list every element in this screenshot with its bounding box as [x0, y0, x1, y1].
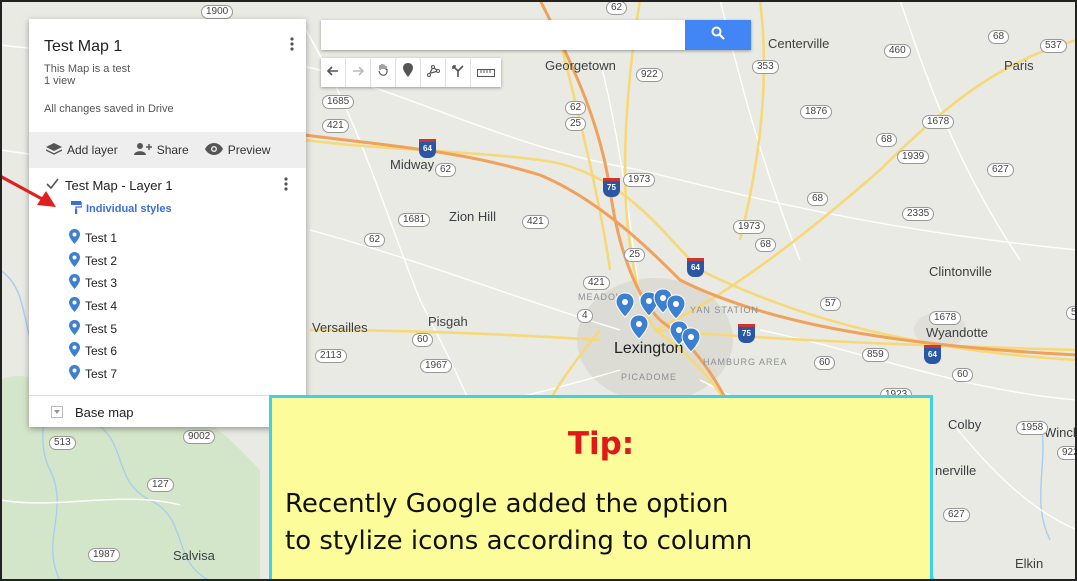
description-text: This Map is a test	[44, 63, 131, 75]
marker-icon	[69, 364, 80, 383]
item-label: Test 6	[85, 344, 118, 359]
list-item[interactable]: Test 2	[69, 250, 117, 273]
map-pin[interactable]	[666, 294, 686, 320]
hand-tool-button[interactable]	[371, 58, 396, 87]
marker-icon	[69, 251, 80, 270]
feature-list: Test 1 Test 2 Test 3 Test 4 Test 5 Test …	[69, 227, 117, 385]
item-label: Test 1	[85, 231, 118, 246]
undo-icon	[326, 64, 339, 82]
marker-icon	[69, 342, 80, 360]
draw-line-button[interactable]	[421, 58, 446, 87]
base-map-section[interactable]: Base map	[29, 395, 306, 428]
map-description[interactable]: This Map is a test 1 view	[44, 63, 130, 87]
map-title[interactable]: Test Map 1	[44, 38, 122, 56]
style-label: Individual styles	[86, 203, 172, 215]
add-person-icon	[133, 142, 152, 158]
item-label: Test 4	[85, 299, 118, 314]
undo-button[interactable]	[321, 58, 346, 87]
item-label: Test 5	[85, 321, 118, 336]
eye-icon	[204, 142, 223, 158]
layers-panel: Test Map 1 This Map is a test 1 view All…	[29, 19, 306, 427]
tip-line: Recently Google added the option	[285, 489, 729, 519]
ruler-icon	[477, 64, 495, 82]
marker-icon	[69, 229, 80, 247]
add-marker-button[interactable]	[396, 58, 421, 87]
preview-button[interactable]: Preview	[204, 142, 271, 158]
list-item[interactable]: Test 1	[69, 227, 117, 250]
directions-button[interactable]	[446, 58, 471, 87]
layer-header: Test Map - Layer 1	[46, 178, 173, 193]
search-input[interactable]	[321, 20, 685, 50]
list-item[interactable]: Test 3	[69, 272, 117, 295]
more-vert-icon	[284, 177, 288, 195]
share-button[interactable]: Share	[133, 142, 189, 158]
tip-callout: Tip: Recently Google added the option to…	[269, 395, 933, 581]
item-label: Test 2	[85, 253, 118, 268]
search-icon	[711, 26, 725, 45]
arrow-annotation-icon	[0, 174, 56, 207]
item-label: Test 7	[85, 366, 118, 381]
chevron-down-icon	[51, 406, 63, 418]
tip-line: to stylize icons according to column	[285, 526, 753, 556]
map-pin[interactable]	[615, 292, 635, 318]
list-item[interactable]: Test 5	[69, 317, 117, 340]
hand-icon	[377, 63, 389, 82]
paint-roller-icon	[71, 201, 83, 217]
map-options-button[interactable]	[290, 37, 294, 56]
redo-button[interactable]	[346, 58, 371, 87]
individual-styles-link[interactable]: Individual styles	[71, 201, 172, 217]
marker-icon	[403, 63, 413, 82]
tip-title: Tip:	[567, 426, 635, 462]
search-button[interactable]	[685, 20, 751, 50]
save-status: All changes saved in Drive	[44, 103, 174, 115]
layer-options-button[interactable]	[284, 177, 288, 196]
more-vert-icon	[290, 37, 294, 55]
base-map-label: Base map	[75, 404, 134, 420]
redo-icon	[352, 64, 365, 82]
layers-icon	[45, 142, 63, 158]
item-label: Test 3	[85, 276, 118, 291]
list-item[interactable]: Test 7	[69, 363, 117, 386]
map-toolbar	[321, 58, 501, 87]
layer-name[interactable]: Test Map - Layer 1	[65, 178, 173, 193]
view-count: 1 view	[44, 75, 76, 87]
tip-text: Recently Google added the option to styl…	[285, 486, 752, 560]
share-label: Share	[156, 143, 189, 157]
marker-icon	[69, 319, 80, 338]
list-item[interactable]: Test 6	[69, 340, 117, 363]
search-bar	[321, 20, 751, 50]
marker-icon	[69, 297, 80, 315]
panel-actions: Add layer Share Preview	[29, 132, 306, 168]
add-layer-label: Add layer	[67, 143, 118, 157]
list-item[interactable]: Test 4	[69, 295, 117, 318]
map-pin[interactable]	[629, 314, 649, 340]
preview-label: Preview	[227, 143, 271, 157]
marker-icon	[69, 274, 80, 292]
measure-button[interactable]	[471, 58, 501, 87]
add-layer-button[interactable]: Add layer	[45, 142, 118, 158]
route-icon	[452, 64, 464, 82]
line-icon	[426, 64, 440, 82]
map-pin[interactable]	[681, 327, 701, 353]
